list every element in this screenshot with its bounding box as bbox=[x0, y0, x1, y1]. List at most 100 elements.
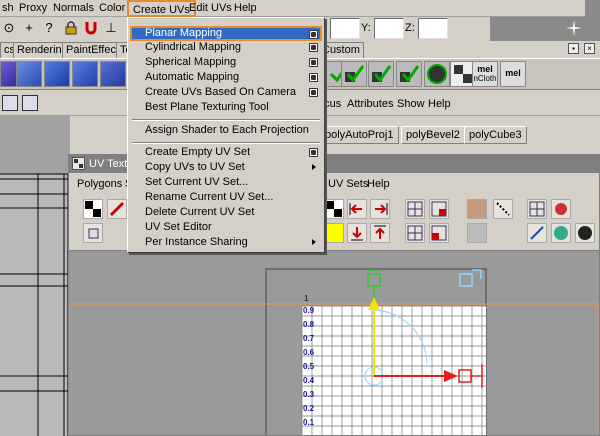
select-icon[interactable]: ⊙ bbox=[2, 21, 16, 35]
checker-tool-icon[interactable] bbox=[83, 199, 103, 219]
menu-help[interactable]: Help bbox=[234, 2, 257, 14]
submenu-arrow-icon bbox=[312, 239, 316, 245]
menu-create-uvs[interactable]: Create UVs bbox=[127, 0, 196, 17]
grid-icon-2[interactable] bbox=[429, 199, 449, 219]
menu-item-assign-shader[interactable]: Assign Shader to Each Projection bbox=[130, 123, 322, 138]
panel-menu-attributes[interactable]: Attributes bbox=[347, 98, 393, 110]
face-icon[interactable] bbox=[467, 199, 487, 219]
grid-icon-1[interactable] bbox=[405, 199, 425, 219]
x-field[interactable] bbox=[330, 18, 360, 39]
panel-menu-help[interactable]: Help bbox=[428, 98, 451, 110]
uv-canvas[interactable]: 1 0.9 0.8 0.7 0.6 0.5 0.4 0.3 0.2 0.1 bbox=[69, 251, 599, 435]
cylindrical-option-box-icon[interactable] bbox=[309, 43, 318, 52]
menubar-edge bbox=[585, 0, 600, 17]
shelf-check-icon-2[interactable] bbox=[341, 61, 367, 87]
uv-menu-polygons[interactable]: Polygons bbox=[77, 178, 122, 190]
menu-color[interactable]: Color bbox=[99, 2, 125, 14]
menu-item-planar-mapping[interactable]: Planar Mapping bbox=[130, 26, 322, 41]
red-shape-icon[interactable] bbox=[551, 199, 571, 219]
move-right-icon[interactable] bbox=[370, 199, 390, 219]
menu-item-uv-set-editor[interactable]: UV Set Editor bbox=[130, 220, 322, 235]
menu-item-rename-uv-set[interactable]: Rename Current UV Set... bbox=[130, 190, 322, 205]
uv-grid-svg[interactable]: 1 0.9 0.8 0.7 0.6 0.5 0.4 0.3 0.2 0.1 bbox=[69, 251, 599, 435]
shelf-mel-label-1: mel bbox=[477, 64, 493, 74]
panel-layout-icon-2[interactable] bbox=[22, 95, 38, 111]
question-icon[interactable]: ? bbox=[42, 21, 56, 35]
menu-edit-uvs[interactable]: Edit UVs bbox=[189, 2, 232, 14]
move-down-icon[interactable] bbox=[347, 223, 367, 243]
menu-normals[interactable]: Normals bbox=[53, 2, 94, 14]
brush-tool-icon[interactable] bbox=[107, 199, 127, 219]
uv-menu-help[interactable]: Help bbox=[367, 178, 390, 190]
percent-icon[interactable] bbox=[527, 223, 547, 243]
color-sphere-icon[interactable] bbox=[551, 223, 571, 243]
yellow-checker-icon[interactable] bbox=[324, 223, 344, 243]
menu-proxy[interactable]: Proxy bbox=[19, 2, 47, 14]
grid-icon-4[interactable] bbox=[429, 223, 449, 243]
menu-item-copy-uvs[interactable]: Copy UVs to UV Set bbox=[130, 160, 322, 175]
lock-icon[interactable] bbox=[64, 21, 78, 35]
node-tab-autoproj[interactable]: polyAutoProj1 bbox=[320, 126, 399, 144]
submenu-arrow-icon bbox=[312, 164, 316, 170]
shelf-wedge-icon[interactable] bbox=[72, 61, 98, 87]
snap-icon[interactable]: ⊥ bbox=[104, 21, 118, 35]
menu-mesh[interactable]: sh bbox=[2, 2, 14, 14]
shelf-ncloth-label: nCloth bbox=[473, 74, 497, 83]
shelf-close-icon[interactable]: × bbox=[584, 43, 595, 54]
uv-v-tick-label: 0.2 bbox=[303, 404, 315, 413]
menu-item-cylindrical-mapping[interactable]: Cylindrical Mapping bbox=[130, 40, 322, 55]
shelf-mel-button-1[interactable]: mel nCloth bbox=[472, 61, 498, 87]
sparkle-icon bbox=[566, 20, 582, 36]
camera-option-box-icon[interactable] bbox=[309, 88, 318, 97]
manip-v-scale-box[interactable] bbox=[367, 273, 381, 287]
menu-item-set-current-uv-set[interactable]: Set Current UV Set... bbox=[130, 175, 322, 190]
spherical-option-box-icon[interactable] bbox=[309, 58, 318, 67]
perspective-viewport[interactable] bbox=[0, 116, 70, 436]
menu-item-best-plane[interactable]: Best Plane Texturing Tool bbox=[130, 100, 322, 115]
shelf-menu-icon[interactable]: ▪ bbox=[568, 43, 579, 54]
y-field[interactable] bbox=[374, 18, 404, 39]
node-tabs: polyAutoProj1 polyBevel2 polyCube3 bbox=[318, 116, 600, 158]
uv-v-tick-label: 0.1 bbox=[303, 418, 315, 427]
person-icon[interactable] bbox=[467, 223, 487, 243]
checker-uv-icon[interactable] bbox=[324, 199, 344, 219]
z-label: Z: bbox=[405, 22, 415, 34]
uv-menu-uv-sets[interactable]: UV Sets bbox=[328, 178, 368, 190]
main-menubar: sh Proxy Normals Color Create UVs Edit U… bbox=[0, 0, 600, 17]
automatic-option-box-icon[interactable] bbox=[309, 73, 318, 82]
z-field[interactable] bbox=[418, 18, 448, 39]
diagonal-icon[interactable] bbox=[493, 199, 513, 219]
grid-icon-3[interactable] bbox=[405, 223, 425, 243]
node-tab-bevel[interactable]: polyBevel2 bbox=[401, 126, 465, 144]
uv-v-tick-label: 0.3 bbox=[303, 390, 315, 399]
uv-v-tick-label: 0.4 bbox=[303, 376, 315, 385]
sphere-icon[interactable] bbox=[575, 223, 595, 243]
shelf-mel-label-2: mel bbox=[505, 68, 521, 78]
grid-icon-5[interactable] bbox=[527, 199, 547, 219]
cube-tool-icon[interactable] bbox=[83, 223, 103, 243]
move-left-icon[interactable] bbox=[347, 199, 367, 219]
node-tab-cube[interactable]: polyCube3 bbox=[464, 126, 527, 144]
shelf-arrow-icon[interactable] bbox=[44, 61, 70, 87]
create-uvs-menu: Planar Mapping Cylindrical Mapping Spher… bbox=[127, 17, 325, 253]
shelf-plane-icon[interactable] bbox=[16, 61, 42, 87]
panel-menu-show[interactable]: Show bbox=[397, 98, 425, 110]
planar-mapping-option-box-icon[interactable] bbox=[309, 30, 318, 39]
panel-layout-icon[interactable] bbox=[2, 95, 18, 111]
menu-item-create-uvs-camera[interactable]: Create UVs Based On Camera bbox=[130, 85, 322, 100]
menu-item-automatic-mapping[interactable]: Automatic Mapping bbox=[130, 70, 322, 85]
menu-item-per-instance-sharing[interactable]: Per Instance Sharing bbox=[130, 235, 322, 250]
shelf-grid-icon[interactable] bbox=[100, 61, 126, 87]
manip-uniform-scale-box[interactable] bbox=[459, 273, 473, 287]
menu-item-create-empty-uv-set[interactable]: Create Empty UV Set bbox=[130, 145, 322, 160]
empty-uv-set-option-box-icon[interactable] bbox=[309, 148, 318, 157]
shelf-mel-button-2[interactable]: mel bbox=[500, 61, 526, 87]
move-up-icon[interactable] bbox=[370, 223, 390, 243]
add-icon[interactable]: + bbox=[22, 21, 36, 35]
menu-item-delete-uv-set[interactable]: Delete Current UV Set bbox=[130, 205, 322, 220]
shelf-sphere-icon[interactable] bbox=[424, 61, 450, 87]
shelf-check-icon-3[interactable] bbox=[368, 61, 394, 87]
menu-item-spherical-mapping[interactable]: Spherical Mapping bbox=[130, 55, 322, 70]
magnet-icon[interactable] bbox=[84, 21, 98, 35]
shelf-check-icon-4[interactable] bbox=[396, 61, 422, 87]
